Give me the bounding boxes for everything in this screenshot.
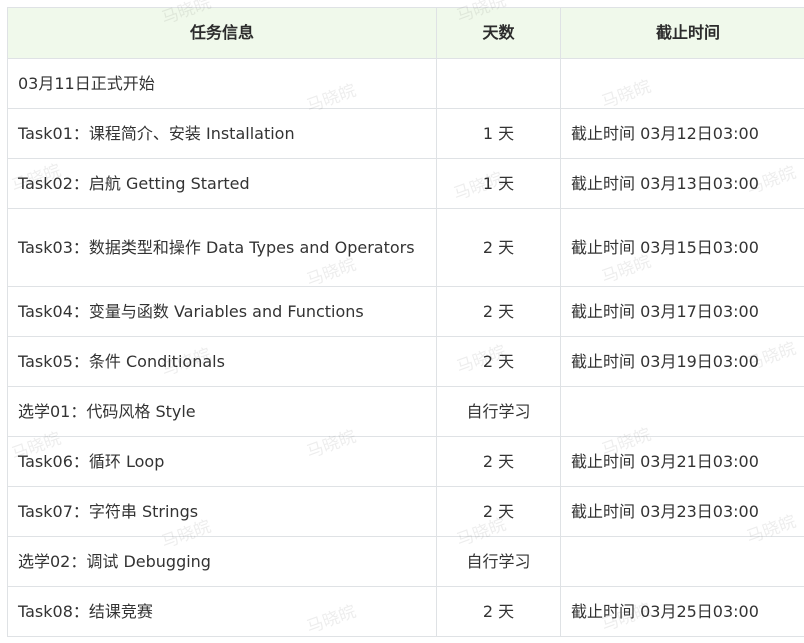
cell-task: Task02：启航 Getting Started [7,158,437,209]
table-row: Task04：变量与函数 Variables and Functions 2 天… [7,286,804,337]
header-days: 天数 [436,7,561,59]
cell-deadline [560,536,804,587]
schedule-table: 任务信息 天数 截止时间 03月11日正式开始 Task01：课程简介、安装 I… [7,7,804,637]
cell-deadline: 截止时间 03月21日03:00 [560,436,804,487]
cell-task: Task04：变量与函数 Variables and Functions [7,286,437,337]
cell-days: 2 天 [436,586,561,637]
cell-task: Task01：课程简介、安装 Installation [7,108,437,159]
cell-deadline: 截止时间 03月13日03:00 [560,158,804,209]
table-row: Task01：课程简介、安装 Installation 1 天 截止时间 03月… [7,108,804,159]
cell-deadline [560,386,804,437]
cell-deadline: 截止时间 03月12日03:00 [560,108,804,159]
cell-deadline: 截止时间 03月15日03:00 [560,208,804,287]
cell-days: 1 天 [436,158,561,209]
header-task-info: 任务信息 [7,7,437,59]
table-row: 选学01：代码风格 Style 自行学习 [7,386,804,437]
cell-days: 2 天 [436,486,561,537]
cell-task: 选学02：调试 Debugging [7,536,437,587]
cell-days: 2 天 [436,208,561,287]
cell-task: Task06：循环 Loop [7,436,437,487]
table-row: Task07：字符串 Strings 2 天 截止时间 03月23日03:00 [7,486,804,537]
cell-days: 1 天 [436,108,561,159]
table-row: 选学02：调试 Debugging 自行学习 [7,536,804,587]
cell-deadline: 截止时间 03月25日03:00 [560,586,804,637]
table-row: Task06：循环 Loop 2 天 截止时间 03月21日03:00 [7,436,804,487]
cell-days: 2 天 [436,286,561,337]
table-header-row: 任务信息 天数 截止时间 [7,7,804,59]
cell-days: 自行学习 [436,536,561,587]
cell-deadline: 截止时间 03月23日03:00 [560,486,804,537]
header-deadline: 截止时间 [560,7,804,59]
cell-deadline: 截止时间 03月17日03:00 [560,286,804,337]
cell-task: Task03：数据类型和操作 Data Types and Operators [7,208,437,287]
table-row: Task02：启航 Getting Started 1 天 截止时间 03月13… [7,158,804,209]
cell-task: 03月11日正式开始 [7,58,437,109]
cell-task: Task05：条件 Conditionals [7,336,437,387]
cell-days: 2 天 [436,336,561,387]
page: 任务信息 天数 截止时间 03月11日正式开始 Task01：课程简介、安装 I… [0,0,804,643]
table-row: 03月11日正式开始 [7,58,804,109]
cell-days [436,58,561,109]
table-row: Task05：条件 Conditionals 2 天 截止时间 03月19日03… [7,336,804,387]
table-row: Task03：数据类型和操作 Data Types and Operators … [7,208,804,287]
cell-days: 自行学习 [436,386,561,437]
cell-task: Task08：结课竞赛 [7,586,437,637]
cell-days: 2 天 [436,436,561,487]
cell-deadline [560,58,804,109]
cell-deadline: 截止时间 03月19日03:00 [560,336,804,387]
cell-task: Task07：字符串 Strings [7,486,437,537]
cell-task: 选学01：代码风格 Style [7,386,437,437]
table-row: Task08：结课竞赛 2 天 截止时间 03月25日03:00 [7,586,804,637]
